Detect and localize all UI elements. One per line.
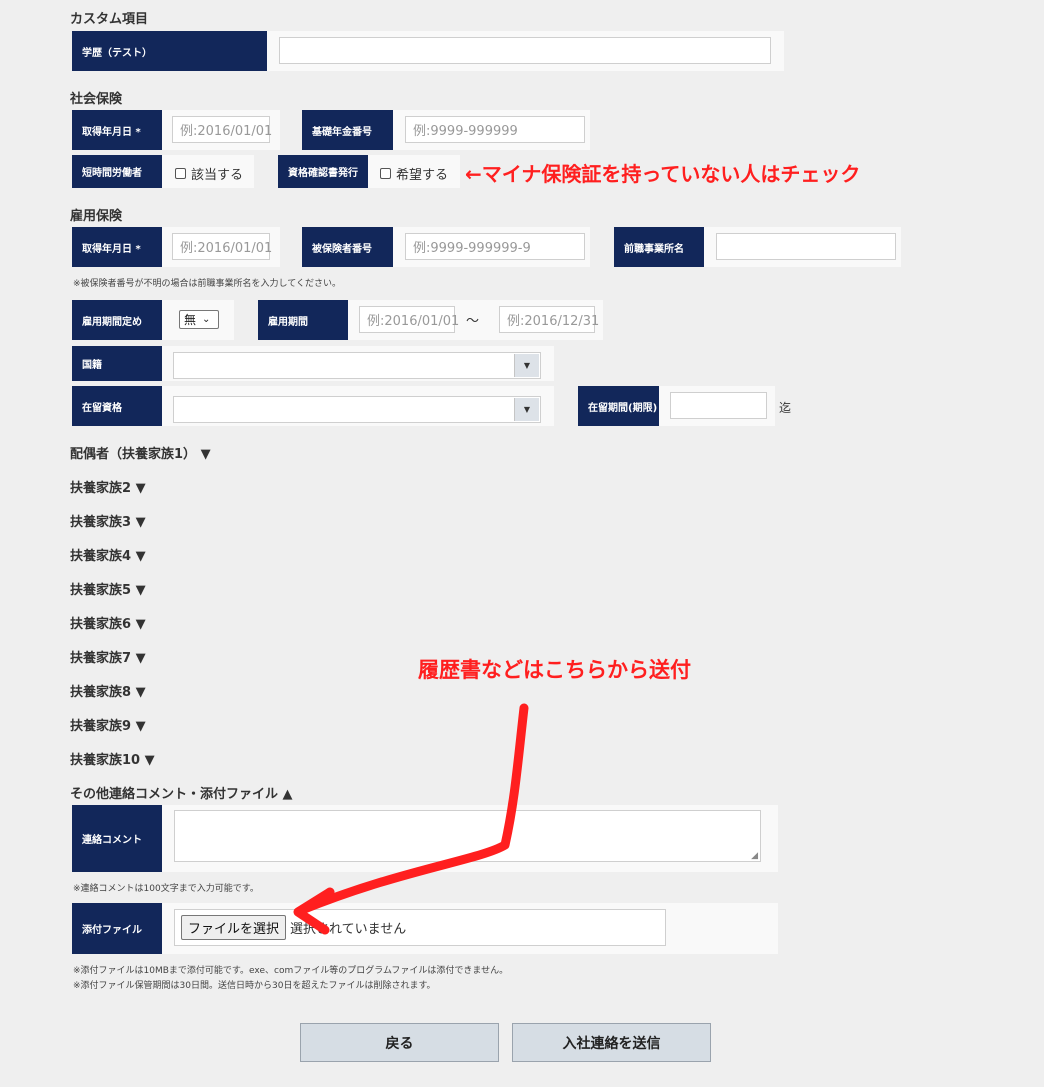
submit-button[interactable]: 入社連絡を送信 — [512, 1023, 711, 1062]
red-arrow-annotation — [293, 703, 529, 935]
back-button[interactable]: 戻る — [300, 1023, 499, 1062]
